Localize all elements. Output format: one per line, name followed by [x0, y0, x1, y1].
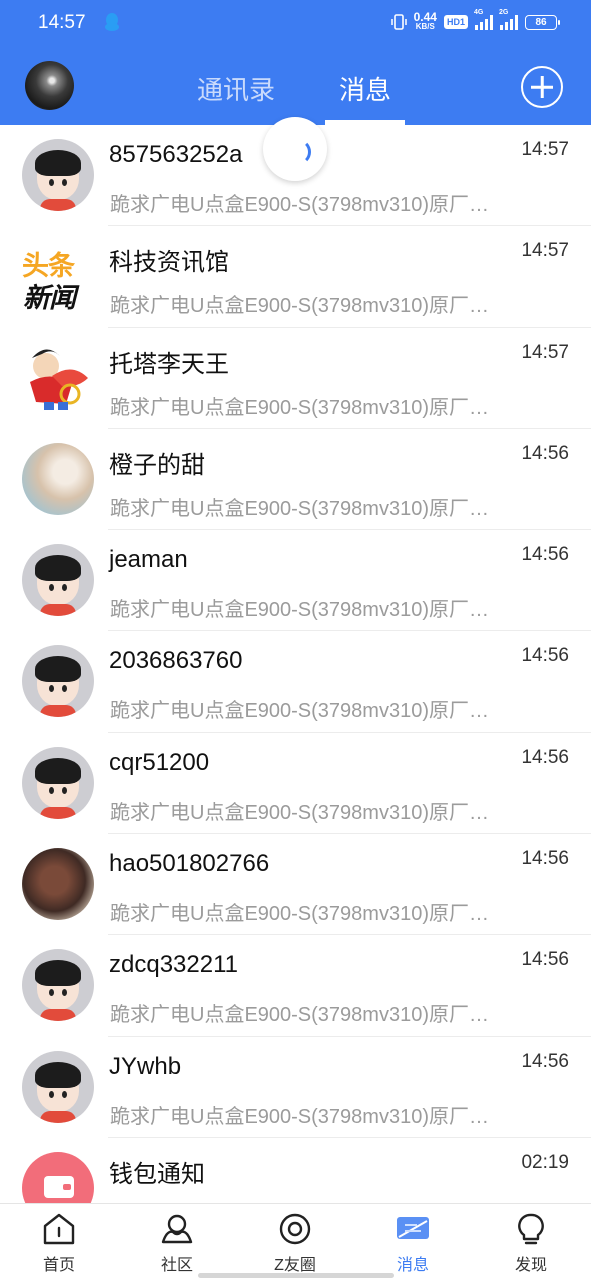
message-row[interactable]: zdcq332211 14:56 跪求广电U点盒E900-S(3798mv310…: [0, 935, 591, 1037]
default-avatar: [22, 645, 94, 718]
contact-name: 857563252a: [109, 141, 243, 168]
signal-4g-icon: 4G: [474, 9, 493, 30]
message-preview: 跪求广电U点盒E900-S(3798mv310)原厂固件: [110, 497, 502, 520]
message-icon: [397, 1217, 429, 1239]
contact-name: 2036863760: [109, 647, 243, 675]
contact-name: 橙子的甜: [109, 451, 205, 479]
battery-icon: 86: [525, 14, 560, 30]
loading-spinner-icon: [263, 117, 327, 181]
vibrate-icon: [390, 14, 407, 30]
signal-4g-label: 4G: [474, 9, 484, 16]
default-avatar: [22, 544, 94, 617]
nav-item-home[interactable]: 首页: [0, 1204, 118, 1280]
default-avatar: [22, 949, 94, 1022]
message-time: 14:56: [521, 746, 569, 768]
message-time: 14:57: [521, 341, 569, 363]
nav-label: 发现: [514, 1257, 547, 1274]
tab-contacts[interactable]: 通讯录: [197, 70, 275, 107]
message-preview: 跪求广电U点盒E900-S(3798mv310)原厂固件: [110, 700, 502, 723]
network-speed-value: 0.44: [413, 10, 437, 24]
hd-badge: HD1: [443, 15, 468, 29]
nav-label: 社区: [160, 1257, 193, 1274]
message-preview: 跪求广电U点盒E900-S(3798mv310)原厂固件: [110, 295, 502, 318]
message-time: 14:57: [521, 139, 569, 160]
contact-name: 科技资讯馆: [109, 249, 229, 277]
status-time: 14:57: [38, 12, 86, 33]
message-preview: 跪求广电U点盒E900-S(3798mv310)原厂固件: [110, 1105, 502, 1128]
qq-penguin-icon: [105, 13, 119, 31]
message-preview: 跪求广电U点盒E900-S(3798mv310)原厂固件: [110, 801, 502, 824]
message-preview: 跪求广电U点盒E900-S(3798mv310)原厂固件: [110, 194, 502, 216]
cartoon-avatar: [22, 341, 94, 414]
message-row[interactable]: 托塔李天王 14:57 跪求广电U点盒E900-S(3798mv310)原厂固件: [0, 328, 591, 430]
user-avatar[interactable]: [25, 61, 74, 110]
nav-label: 首页: [42, 1257, 75, 1274]
message-row[interactable]: cqr51200 14:56 跪求广电U点盒E900-S(3798mv310)原…: [0, 733, 591, 835]
contact-name: hao501802766: [109, 850, 270, 878]
message-row[interactable]: JYwhb 14:56 跪求广电U点盒E900-S(3798mv310)原厂固件: [0, 1037, 591, 1139]
nav-item-messages[interactable]: 消息: [354, 1204, 472, 1280]
message-time: 14:56: [521, 442, 569, 464]
wallet-icon: [44, 1175, 74, 1198]
photo-avatar: [22, 442, 94, 515]
message-row[interactable]: 头条 新闻 科技资讯馆 14:57 跪求广电U点盒E900-S(3798mv31…: [0, 226, 591, 328]
wallet-avatar: [22, 1151, 94, 1203]
message-list[interactable]: 857563252a 14:57 跪求广电U点盒E900-S(3798mv310…: [0, 125, 591, 1203]
default-avatar: [22, 139, 94, 211]
network-speed: 0.44 KB/S: [413, 10, 437, 31]
nav-item-community[interactable]: 社区: [118, 1204, 236, 1280]
header: 14:57 0.44 KB/S HD1 4G 2G 86 通讯录 消息: [0, 0, 591, 125]
message-row[interactable]: jeaman 14:56 跪求广电U点盒E900-S(3798mv310)原厂固…: [0, 530, 591, 632]
message-time: 14:56: [521, 544, 569, 566]
anime-avatar: [22, 848, 94, 921]
bottom-nav: 首页 社区 Z友圈 消息 发现: [0, 1203, 591, 1280]
message-preview: 跪求广电U点盒E900-S(3798mv310)原厂固件: [110, 903, 502, 926]
home-icon: [43, 1213, 75, 1245]
contact-name: cqr51200: [109, 748, 210, 776]
contact-name: zdcq332211: [109, 951, 238, 979]
moments-icon: [279, 1213, 311, 1245]
status-icons: 0.44 KB/S HD1 4G 2G 86: [390, 9, 560, 33]
message-time: 14:57: [521, 240, 569, 262]
message-row[interactable]: 2036863760 14:56 跪求广电U点盒E900-S(3798mv310…: [0, 631, 591, 734]
nav-label: Z友圈: [274, 1257, 316, 1274]
signal-2g-icon: 2G: [499, 9, 518, 30]
signal-2g-label: 2G: [499, 9, 509, 16]
home-indicator[interactable]: [198, 1273, 394, 1278]
message-time: 14:56: [521, 949, 569, 971]
nav-item-discover[interactable]: 发现: [472, 1204, 590, 1280]
tab-messages[interactable]: 消息: [339, 70, 391, 107]
message-time: 02:19: [521, 1151, 569, 1173]
nezha-cartoon-icon: [30, 349, 88, 410]
contact-name: JYwhb: [109, 1052, 182, 1080]
message-time: 14:56: [521, 645, 569, 667]
toutiao-avatar: 头条 新闻: [22, 240, 94, 313]
contact-name: jeaman: [109, 546, 188, 574]
message-preview: 跪求广电U点盒E900-S(3798mv310)原厂固件: [110, 396, 502, 419]
status-bar: 14:57 0.44 KB/S HD1 4G 2G 86: [0, 0, 591, 44]
message-time: 14:56: [521, 848, 569, 870]
message-preview: 跪求广电U点盒E900-S(3798mv310)原厂固件: [110, 1004, 502, 1027]
message-row[interactable]: 橙子的甜 14:56 跪求广电U点盒E900-S(3798mv310)原厂固件: [0, 429, 591, 531]
app-bar: 通讯录 消息: [0, 44, 591, 125]
network-speed-unit: KB/S: [415, 22, 435, 31]
battery-level: 86: [535, 16, 547, 28]
message-time: 14:56: [521, 1050, 569, 1072]
toutiao-logo-line2: 新闻: [23, 283, 76, 313]
default-avatar: [22, 746, 94, 819]
contact-name: 托塔李天王: [109, 350, 229, 378]
message-row[interactable]: 钱包通知 02:19: [0, 1138, 591, 1203]
default-avatar: [22, 1050, 94, 1123]
lightbulb-icon: [518, 1213, 544, 1245]
contact-name: 钱包通知: [109, 1160, 205, 1188]
add-button[interactable]: [521, 66, 563, 108]
message-preview: 跪求广电U点盒E900-S(3798mv310)原厂固件: [110, 599, 502, 622]
message-row[interactable]: hao501802766 14:56 跪求广电U点盒E900-S(3798mv3…: [0, 834, 591, 936]
community-icon: [161, 1214, 193, 1244]
nav-label: 消息: [396, 1257, 429, 1274]
nav-item-moments[interactable]: Z友圈: [236, 1204, 354, 1280]
